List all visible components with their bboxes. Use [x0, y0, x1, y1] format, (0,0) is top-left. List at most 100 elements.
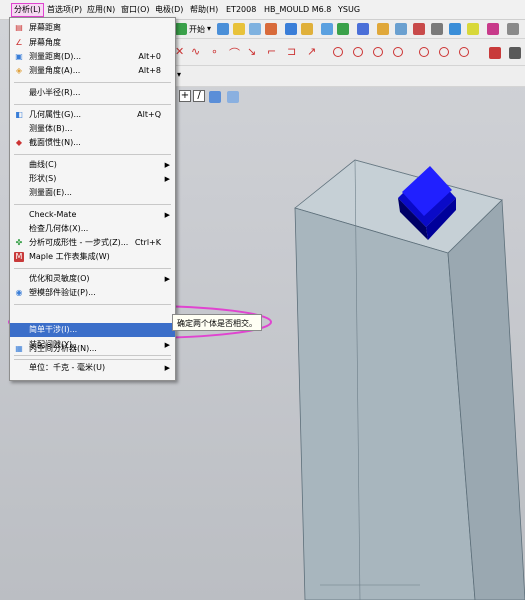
arc-icon[interactable]: ∿	[191, 45, 200, 58]
menu-help[interactable]: 帮助(H)	[190, 4, 218, 16]
menu-separator	[14, 359, 171, 360]
point-circle-icon[interactable]	[333, 47, 343, 57]
color-icon[interactable]	[487, 23, 499, 35]
menu-separator	[14, 304, 171, 305]
settings-icon[interactable]	[507, 23, 519, 35]
feature-icon[interactable]	[321, 23, 333, 35]
extrude-icon[interactable]	[301, 23, 313, 35]
menu-window[interactable]: 窗口(O)	[121, 4, 150, 16]
submenu-arrow-icon: ▶	[164, 211, 170, 219]
geometry-icon: ◧	[15, 110, 23, 119]
submenu-arrow-icon: ▶	[164, 364, 170, 372]
menu-item-measure-face[interactable]: 测量面(E)...	[10, 186, 175, 200]
end-circle-icon[interactable]	[419, 47, 429, 57]
menu-item-simple-interference[interactable]: 简单干涉(I)...	[10, 323, 175, 337]
shape-icon[interactable]	[357, 23, 369, 35]
menu-item-mold-validation[interactable]: ◉ 塑模部件验证(P)...	[10, 286, 175, 300]
toolbar-selection: ▾	[173, 66, 525, 87]
inner-space-icon: ▦	[15, 344, 23, 353]
tangent-circle-icon[interactable]	[373, 47, 383, 57]
menu-separator	[14, 268, 171, 269]
add-icon[interactable]: +	[179, 90, 191, 102]
measure-distance-icon: ▣	[15, 52, 23, 61]
menu-item-label: 测量距离(D)...	[29, 52, 82, 61]
intersect-circle-icon[interactable]	[459, 47, 469, 57]
sketch-icon[interactable]	[337, 23, 349, 35]
menu-item-examine-geometry[interactable]: 检查几何体(X)...	[10, 222, 175, 236]
start-button[interactable]: 开始	[189, 24, 205, 35]
menu-item-label: 检查几何体(X)...	[29, 224, 89, 233]
center-circle-icon[interactable]	[353, 47, 363, 57]
menu-item-section-inertia[interactable]: ◆ 截面惯性(N)...	[10, 136, 175, 150]
menu-item-label: 截面惯性(N)...	[29, 138, 81, 147]
line-icon[interactable]: ✕	[175, 45, 184, 58]
corner-icon[interactable]: ↗	[307, 45, 316, 58]
layer-icon[interactable]	[265, 23, 277, 35]
menu-item-formability[interactable]: ✤ 分析可成形性 - 一步式(Z)... Ctrl+K	[10, 236, 175, 250]
menu-item-measure-angle[interactable]: ◈ 测量角度(A)... Alt+8	[10, 64, 175, 78]
menu-ysug[interactable]: YSUG	[338, 4, 360, 16]
blend-icon[interactable]	[377, 23, 389, 35]
offset-icon[interactable]: ⊐	[287, 45, 296, 58]
menu-hb-mould[interactable]: HB_MOULD M6.8	[264, 4, 331, 16]
menu-item-measure-body[interactable]: 测量体(B)...	[10, 122, 175, 136]
quadrant-circle-icon[interactable]	[393, 47, 403, 57]
mid-circle-icon[interactable]	[439, 47, 449, 57]
menu-item-shortcut: Alt+8	[138, 66, 161, 75]
menu-item-geometric-properties[interactable]: ◧ 几何属性(G)... Alt+Q	[10, 108, 175, 122]
trim-icon[interactable]: ⌐	[267, 45, 276, 58]
menu-item-check-mate[interactable]: Check-Mate ▶	[10, 208, 175, 222]
curve-icon[interactable]: ↘	[247, 45, 256, 58]
tall-box-body[interactable]	[294, 159, 525, 600]
chevron-down-icon[interactable]: ▾	[207, 24, 211, 33]
spline-icon[interactable]: ⌒	[229, 45, 240, 61]
box-icon[interactable]	[233, 23, 245, 35]
wireframe-icon[interactable]	[509, 47, 521, 59]
wcs-icon[interactable]	[449, 23, 461, 35]
slash-icon[interactable]: /	[193, 90, 205, 102]
section-icon: ◆	[15, 138, 23, 147]
surface-icon[interactable]	[395, 23, 407, 35]
shaded-icon[interactable]	[489, 47, 501, 59]
menu-application[interactable]: 应用(N)	[87, 4, 115, 16]
menu-item-maple[interactable]: M Maple 工作表集成(W)	[10, 250, 175, 264]
menu-item-shortcut: Alt+Q	[137, 110, 161, 119]
submenu-arrow-icon: ▶	[164, 275, 170, 283]
menu-item-label: 形状(S)	[29, 174, 57, 183]
analysis-menu: ▤ 屏幕距离 ∠ 屏幕角度 ▣ 测量距离(D)... Alt+0 ◈ 测量角度(…	[9, 17, 176, 381]
menu-item-screen-angle[interactable]: ∠ 屏幕角度	[10, 36, 175, 50]
menu-item-measure-distance[interactable]: ▣ 测量距离(D)... Alt+0	[10, 50, 175, 64]
menu-item-shape[interactable]: 形状(S) ▶	[10, 172, 175, 186]
menu-item-min-radius[interactable]: 最小半径(R)...	[10, 86, 175, 100]
menu-item-label: 曲线(C)	[29, 160, 57, 169]
circle-icon[interactable]: ∘	[211, 45, 218, 58]
menu-analysis[interactable]: 分析(L)	[11, 3, 44, 17]
menu-item-label: Maple 工作表集成(W)	[29, 252, 110, 261]
menu-item-curve[interactable]: 曲线(C) ▶	[10, 158, 175, 172]
menu-item-label: 几何属性(G)...	[29, 110, 82, 119]
submenu-arrow-icon: ▶	[164, 175, 170, 183]
menu-item-inner-space-analyzer[interactable]: ▦ 内空间分析器(N)...	[10, 342, 175, 356]
menu-item-units[interactable]: 单位：千克 - 毫米(U) ▶	[10, 361, 175, 375]
menu-separator	[14, 82, 171, 83]
menu-et2008[interactable]: ET2008	[226, 4, 256, 16]
solid-icon[interactable]	[285, 23, 297, 35]
menu-item-optimization[interactable]: 优化和灵敏度(O) ▶	[10, 272, 175, 286]
toolbar-view: + /	[173, 88, 525, 105]
box-left-face	[294, 207, 476, 600]
render-icon[interactable]	[431, 23, 443, 35]
view-icon[interactable]	[249, 23, 261, 35]
cube-icon[interactable]	[217, 23, 229, 35]
menu-electrode[interactable]: 电极(D)	[155, 4, 183, 16]
menu-separator	[14, 154, 171, 155]
fit-icon[interactable]	[227, 91, 239, 103]
menu-item-screen-distance[interactable]: ▤ 屏幕距离	[10, 21, 175, 35]
chevron-down-icon[interactable]: ▾	[177, 70, 181, 79]
orient-icon[interactable]	[209, 91, 221, 103]
angle-icon: ∠	[15, 38, 23, 47]
mold-tool-icon[interactable]	[413, 23, 425, 35]
menu-preferences[interactable]: 首选项(P)	[47, 4, 82, 16]
snap-icon[interactable]	[467, 23, 479, 35]
menu-item-label: 测量体(B)...	[29, 124, 73, 133]
menu-item-label: 简单干涉(I)...	[29, 325, 78, 334]
